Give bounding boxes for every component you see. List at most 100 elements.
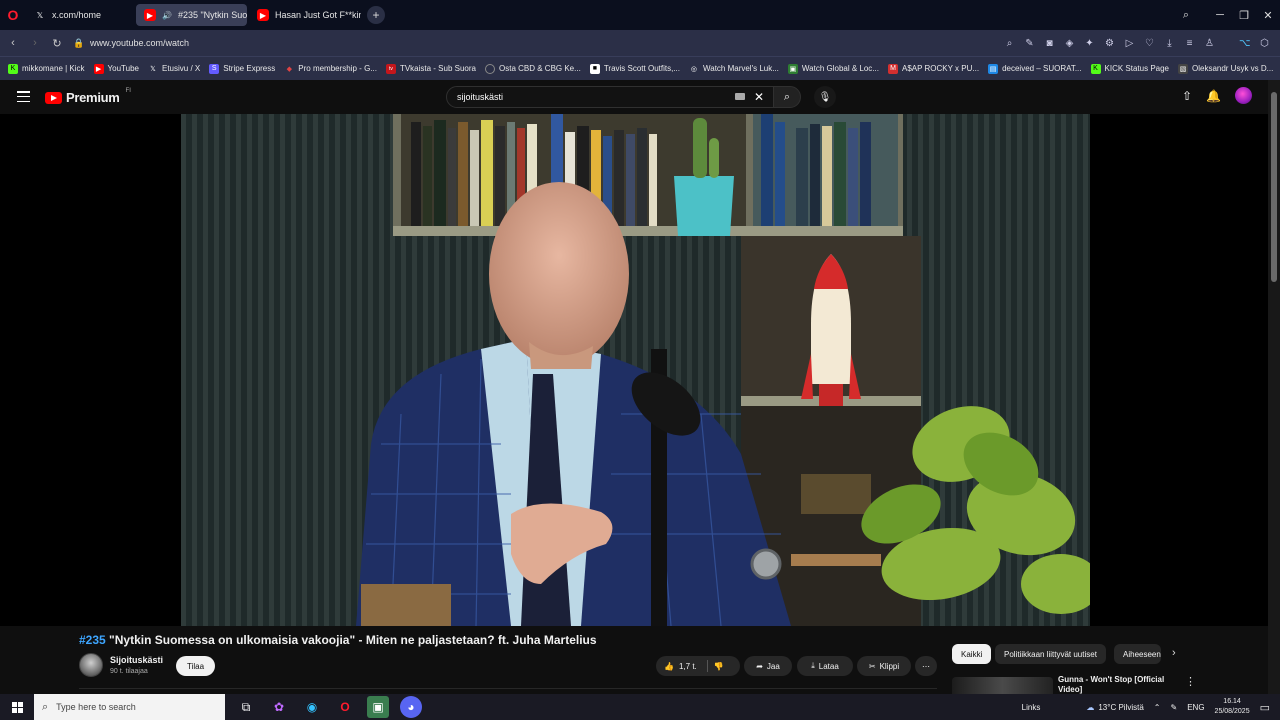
clock[interactable]: 16.14 25/08/2025	[1215, 697, 1250, 717]
clip-button[interactable]: ✂ Klippi	[857, 656, 911, 676]
bookmark-item[interactable]: ■ Travis Scott Outfits,...	[589, 63, 680, 74]
restore-icon[interactable]: ❐	[1232, 9, 1256, 22]
back-icon[interactable]: ‹	[2, 37, 24, 49]
notifications-bell-icon[interactable]: 🔔	[1206, 89, 1221, 103]
bookmark-item[interactable]: K KICK Status Page	[1090, 63, 1169, 74]
video-hashtag[interactable]: #235	[79, 633, 106, 647]
subscribe-button[interactable]: Tilaa	[176, 656, 215, 676]
tab-youtube-hasan[interactable]: ▶ Hasan Just Got F**king O	[249, 4, 361, 26]
x-logo-icon: 𝕏	[36, 10, 44, 20]
links-toolbar[interactable]: Links	[1022, 703, 1041, 712]
dislike-button[interactable]: 👎	[714, 662, 724, 671]
video-player[interactable]	[0, 114, 1268, 626]
edit-icon[interactable]: ✎	[1024, 38, 1035, 49]
bookmark-item[interactable]: tv TVkaista - Sub Suora	[385, 63, 476, 74]
hamburger-menu-icon[interactable]	[17, 91, 30, 102]
chevron-right-icon[interactable]: ›	[1172, 647, 1176, 659]
more-actions-button[interactable]: ⋯	[915, 656, 937, 676]
chevron-up-icon[interactable]: ⌃	[1154, 703, 1161, 712]
bookmark-item[interactable]: ◆ Pro membership - G...	[284, 64, 377, 74]
bookmark-item[interactable]: ▧ Oleksandr Usyk vs D...	[1178, 63, 1273, 74]
chip-politics-news[interactable]: Politiikkaan liittyvät uutiset	[995, 644, 1106, 664]
shield-icon[interactable]: ◈	[1064, 38, 1075, 49]
bookmark-item[interactable]: ▶ YouTube	[93, 63, 139, 74]
system-tray: Links ☁ 13°C Pilvistä ⌃ ✎ ENG 16.14 25/0…	[1022, 694, 1270, 720]
discord-icon[interactable]: ◕	[400, 696, 422, 718]
tab-label: Hasan Just Got F**king O	[275, 10, 361, 20]
download-icon: ⤓	[811, 661, 815, 670]
menu-icon[interactable]: ≡	[1184, 38, 1195, 49]
account-avatar[interactable]	[1235, 87, 1252, 104]
speaker-icon[interactable]: 🔊	[162, 11, 172, 20]
forward-icon[interactable]: ›	[24, 37, 46, 49]
scrollbar-thumb[interactable]	[1271, 92, 1277, 282]
bookmarks-bar: Kmikkomane | Kick ▶ YouTube 𝕏 Etusivu / X …	[0, 56, 1280, 80]
bookmark-item[interactable]: ▣ Watch Global & Loc...	[787, 63, 879, 74]
search-button[interactable]: ⌕	[773, 86, 801, 108]
stripe-icon: S	[209, 63, 220, 74]
share-button[interactable]: ➦ Jaa	[744, 656, 792, 676]
bookmark-item[interactable]: M A$AP ROCKY x PU...	[887, 63, 979, 74]
cloud-icon: ☁	[1086, 702, 1095, 712]
tvkaista-icon: tv	[385, 63, 396, 74]
channel-avatar[interactable]	[79, 653, 103, 677]
bookmark-item[interactable]: Osta CBD & CBG Ke...	[485, 63, 581, 74]
tab-search-icon[interactable]: ⌕	[1174, 9, 1198, 22]
new-tab-icon[interactable]: +	[367, 6, 385, 24]
minimize-icon[interactable]: ─	[1208, 9, 1232, 21]
extension-icon[interactable]: ✦	[1084, 38, 1095, 49]
upload-icon[interactable]: ⇧	[1182, 89, 1192, 103]
address-bar: ‹ › ↻ 🔒 www.youtube.com/watch ⌕ ✎ ◙ ◈ ✦ …	[0, 30, 1280, 56]
search-icon: ⌕	[42, 700, 49, 713]
copilot-icon[interactable]: ✿	[268, 696, 290, 718]
bookmark-item[interactable]: 𝕏 Etusivu / X	[148, 64, 200, 74]
opera-icon[interactable]: O	[334, 696, 356, 718]
square-icon: ■	[589, 63, 600, 74]
url-field[interactable]: www.youtube.com/watch	[90, 38, 1004, 48]
pen-icon[interactable]: ✎	[1171, 703, 1178, 712]
recommended-title[interactable]: Gunna - Won't Stop [Official Video]	[1058, 675, 1168, 696]
cube-icon[interactable]: ⬡	[1259, 38, 1270, 49]
bookmark-item[interactable]: Kmikkomane | Kick	[8, 63, 85, 74]
flow-icon[interactable]: ⚙	[1104, 38, 1115, 49]
clear-search-icon[interactable]: ✕	[754, 90, 764, 104]
language-indicator[interactable]: ENG	[1187, 703, 1204, 712]
close-icon[interactable]: ✕	[1256, 9, 1280, 22]
video-still-image	[181, 114, 1090, 626]
like-button[interactable]: 👍 1,7 t.	[664, 662, 697, 671]
window-controls: ⌕ ─ ❐ ✕	[1174, 0, 1280, 30]
keyboard-icon[interactable]	[735, 93, 745, 100]
notification-icon[interactable]: ▭	[1260, 701, 1270, 714]
more-vert-icon[interactable]: ⋮	[1185, 675, 1196, 688]
download-button[interactable]: ⤓ Lataa	[797, 656, 853, 676]
play-icon[interactable]: ▷	[1124, 38, 1135, 49]
task-view-icon[interactable]: ⧉	[235, 696, 257, 718]
chip-related[interactable]: Aiheeseen	[1114, 644, 1161, 664]
bookmark-item[interactable]: ◎ Watch Marvel's Luk...	[689, 64, 779, 74]
reload-icon[interactable]: ↻	[46, 37, 68, 50]
app-icon[interactable]: ▣	[367, 696, 389, 718]
search-icon[interactable]: ⌕	[1004, 38, 1015, 49]
voice-search-button[interactable]: 🎙	[814, 86, 836, 108]
profile-icon[interactable]: ♙	[1204, 38, 1215, 49]
tab-youtube-video[interactable]: ▶ 🔊 #235 "Nytkin Suomes	[136, 4, 247, 26]
opera-logo-icon[interactable]: O	[0, 0, 26, 30]
bookmark-item[interactable]: ▤ deceived – SUORAT...	[988, 63, 1082, 74]
weather-widget[interactable]: ☁ 13°C Pilvistä	[1086, 703, 1143, 712]
page-scrollbar[interactable]	[1268, 80, 1280, 696]
edge-icon[interactable]: ◉	[301, 696, 323, 718]
taskbar-search-input[interactable]: ⌕ Type here to search	[34, 694, 225, 720]
bookmark-item[interactable]: S Stripe Express	[209, 63, 275, 74]
chip-all[interactable]: Kaikki	[952, 644, 992, 664]
taskbar-search-placeholder: Type here to search	[56, 702, 136, 712]
video-frame[interactable]	[181, 114, 1090, 626]
start-button[interactable]	[0, 701, 34, 713]
download-icon[interactable]: ⤓	[1164, 38, 1175, 49]
channel-name[interactable]: Sijoituskästi	[110, 655, 163, 665]
tab-x-home[interactable]: 𝕏 x.com/home	[26, 4, 134, 26]
search-input[interactable]: sijoituskästi ✕	[446, 86, 774, 108]
heart-icon[interactable]: ♡	[1144, 38, 1155, 49]
youtube-premium-logo[interactable]: Premium FI	[45, 88, 131, 105]
camera-icon[interactable]: ◙	[1044, 38, 1055, 49]
aria-icon[interactable]: ⌥	[1239, 38, 1251, 49]
